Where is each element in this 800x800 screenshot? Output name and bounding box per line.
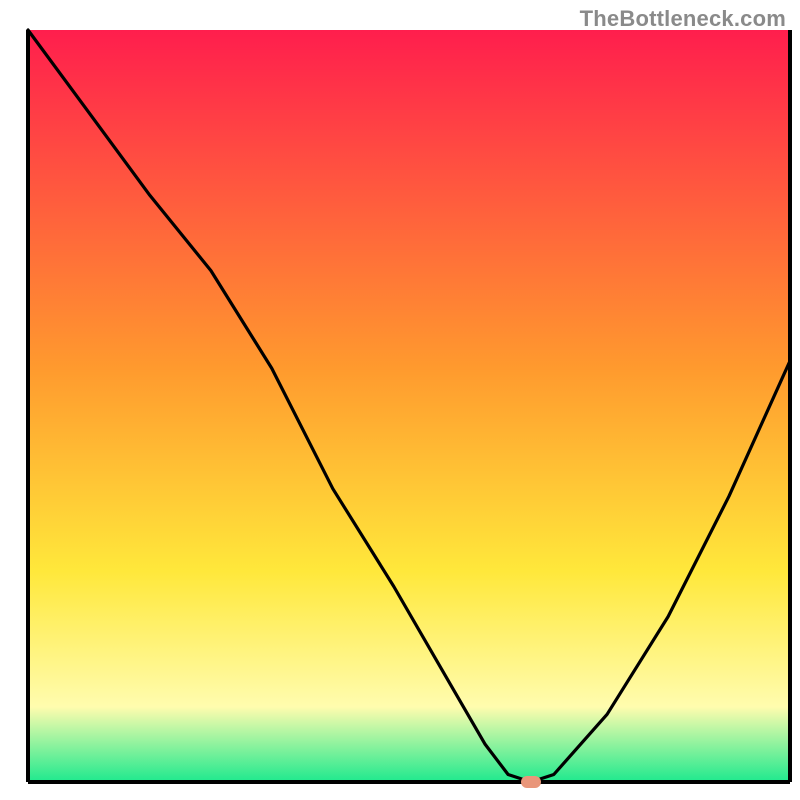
chart-svg xyxy=(0,0,800,800)
watermark-text: TheBottleneck.com xyxy=(580,6,786,32)
bottleneck-chart: TheBottleneck.com xyxy=(0,0,800,800)
chart-background-gradient xyxy=(28,30,790,782)
optimal-point-marker xyxy=(521,776,541,788)
